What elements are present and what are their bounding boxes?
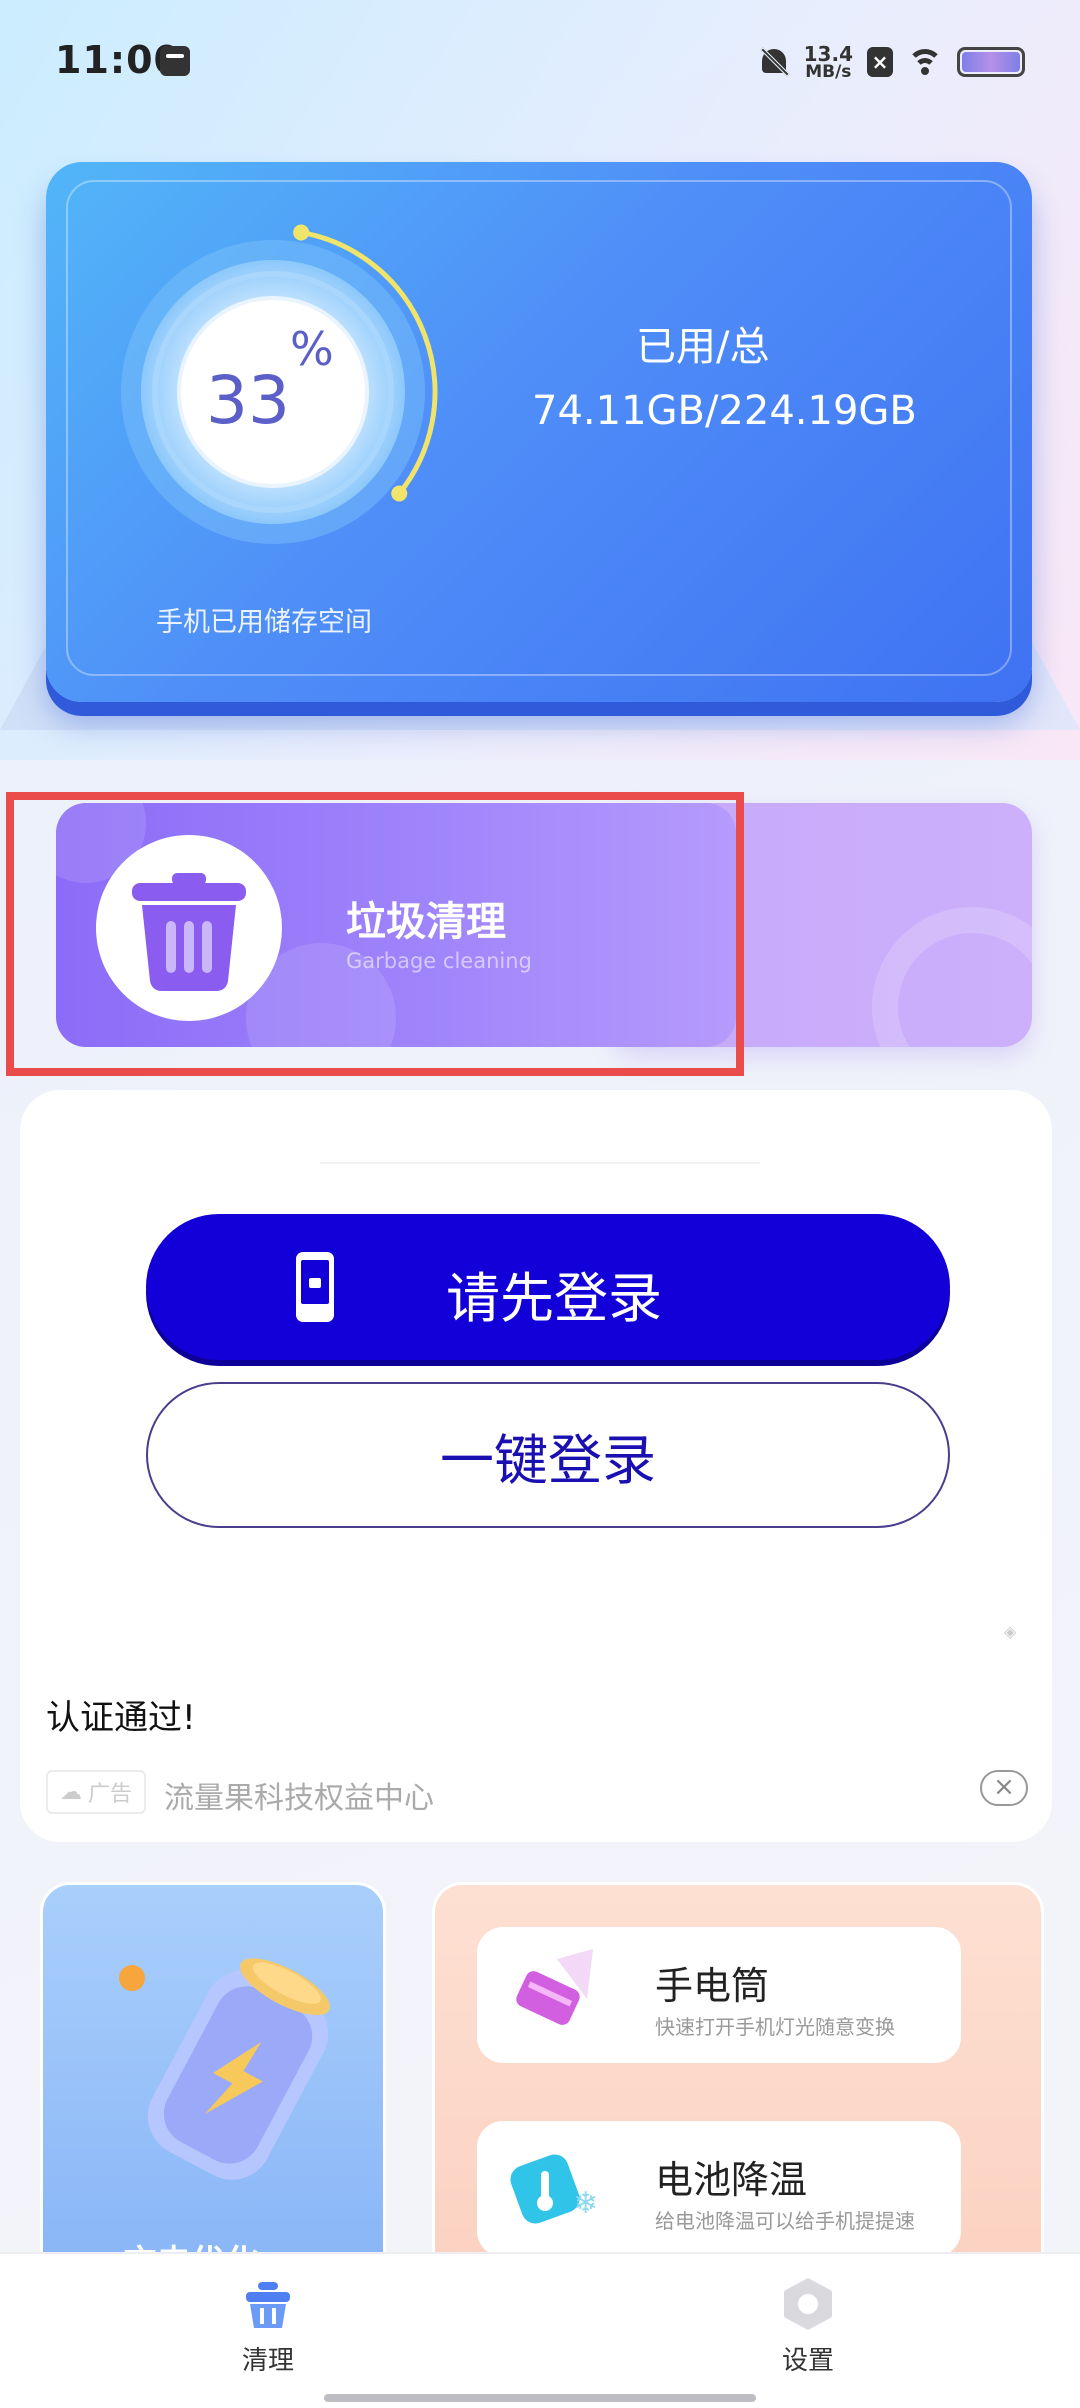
battery-cool-row[interactable]: ❄ 电池降温 给电池降温可以给手机提提速 [477, 2121, 961, 2257]
login-ad-card: 请先登录 一键登录 ◈ 认证通过! ☁ 广告 流量果科技权益中心 × [20, 1090, 1052, 1842]
battery-cool-title: 电池降温 [655, 2158, 808, 2202]
charge-optimize-tile[interactable]: 充电优化 [40, 1882, 386, 2262]
network-speed: 13.4 MB/s [804, 44, 853, 81]
flashlight-row[interactable]: 手电筒 快速打开手机灯光随意变换 [477, 1927, 961, 2063]
storage-percent: 33 [206, 362, 290, 439]
used-total-value: 74.11GB/224.19GB [532, 388, 917, 434]
battery-3d-icon [147, 1958, 330, 2180]
flashlight-subtitle: 快速打开手机灯光随意变换 [655, 2015, 895, 2039]
ad-badge-label: 广告 [87, 1782, 132, 1807]
network-speed-unit: MB/s [805, 61, 852, 82]
ad-close-button[interactable]: × [980, 1770, 1028, 1806]
battery-icon [957, 47, 1025, 77]
notification-app-icon [160, 46, 190, 76]
battery-cool-icon: ❄ [510, 2154, 598, 2224]
home-indicator[interactable] [324, 2394, 756, 2402]
ad-cloud-icon: ☁ [59, 1779, 82, 1805]
tools-tile: 手电筒 快速打开手机灯光随意变换 ❄ 电池降温 给电池降温可以给手机提提速 [432, 1882, 1044, 2262]
storage-caption: 手机已用储存空间 [156, 607, 372, 638]
basket-icon [246, 2282, 290, 2328]
verify-passed-text: 认证通过! [46, 1698, 196, 1738]
nav-clean-tab[interactable]: 清理 [168, 2254, 368, 2384]
used-total-label: 已用/总 [636, 324, 770, 370]
storage-card[interactable]: 33 % 已用/总 74.11GB/224.19GB 手机已用储存空间 [46, 162, 1032, 702]
ad-logo-icon: ◈ [1004, 1622, 1017, 1641]
flashlight-icon [516, 1949, 593, 2025]
bottom-nav: 清理 设置 [0, 2252, 1080, 2408]
phone-lock-icon [296, 1252, 334, 1322]
login-first-label: 请先登录 [446, 1267, 662, 1330]
status-bar: 11:00 13.4 MB/s × [0, 0, 1080, 126]
svg-text:❄: ❄ [573, 2186, 598, 2221]
bell-muted-icon [758, 45, 790, 79]
flashlight-title: 手电筒 [655, 1964, 770, 2008]
network-speed-value: 13.4 [803, 41, 853, 66]
x-notification-icon: × [867, 47, 893, 77]
ad-badge: ☁ 广告 [46, 1770, 146, 1814]
highlight-box [6, 792, 744, 1076]
nav-clean-label: 清理 [241, 2346, 294, 2376]
nav-settings-label: 设置 [781, 2346, 834, 2376]
ad-source[interactable]: 流量果科技权益中心 [164, 1773, 434, 1817]
status-icons: 13.4 MB/s × [758, 40, 1025, 84]
storage-percent-sign: % [290, 322, 334, 376]
hexagon-settings-icon [784, 2278, 832, 2330]
login-first-button[interactable]: 请先登录 [146, 1214, 950, 1360]
wifi-icon [907, 47, 943, 77]
battery-cool-subtitle: 给电池降温可以给手机提提速 [655, 2209, 915, 2233]
one-click-login-button[interactable]: 一键登录 [146, 1382, 950, 1528]
nav-settings-tab[interactable]: 设置 [708, 2254, 908, 2384]
